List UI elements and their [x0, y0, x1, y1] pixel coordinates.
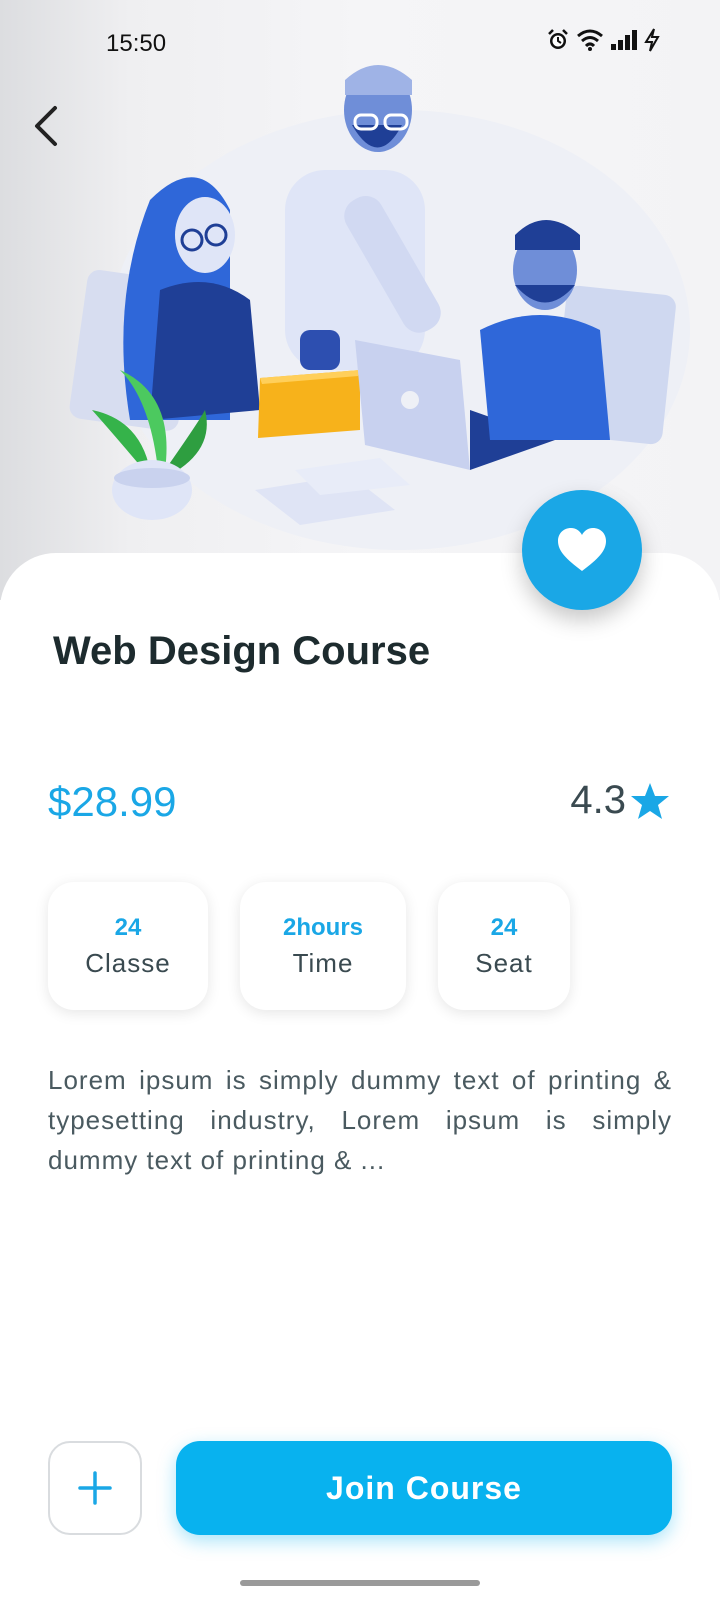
join-course-button[interactable]: Join Course: [176, 1441, 672, 1535]
heart-icon: [558, 528, 606, 571]
stat-label: Classe: [85, 947, 171, 978]
stat-label: Seat: [475, 947, 533, 978]
stat-label: Time: [292, 947, 354, 978]
stat-card-seat: 24 Seat: [438, 882, 570, 1010]
status-time: 15:50: [106, 30, 167, 57]
back-button[interactable]: [20, 100, 72, 152]
wifi-icon: [577, 29, 603, 51]
favorite-button[interactable]: [522, 490, 642, 610]
home-indicator: [240, 1580, 480, 1586]
stat-value: 2hours: [282, 913, 363, 941]
stat-card-time: 2hours Time: [240, 882, 406, 1010]
chevron-left-icon: [35, 106, 57, 146]
signal-icon: [611, 30, 637, 50]
plus-icon: [78, 1471, 112, 1505]
course-description: Lorem ipsum is simply dummy text of prin…: [48, 1065, 672, 1175]
course-rating: 4.3: [570, 778, 670, 823]
course-title: Web Design Course: [53, 629, 431, 673]
status-icons: [546, 28, 660, 52]
stat-card-classes: 24 Classe: [48, 882, 208, 1010]
star-icon: [631, 782, 669, 819]
add-button[interactable]: [48, 1441, 142, 1535]
charging-icon: [644, 28, 660, 52]
rating-value: 4.3: [570, 778, 626, 822]
stat-value: 24: [114, 913, 142, 941]
course-price: $28.99: [48, 778, 177, 825]
status-bar: 15:50: [0, 0, 720, 92]
alarm-icon: [548, 29, 568, 49]
stat-value: 24: [490, 913, 518, 941]
